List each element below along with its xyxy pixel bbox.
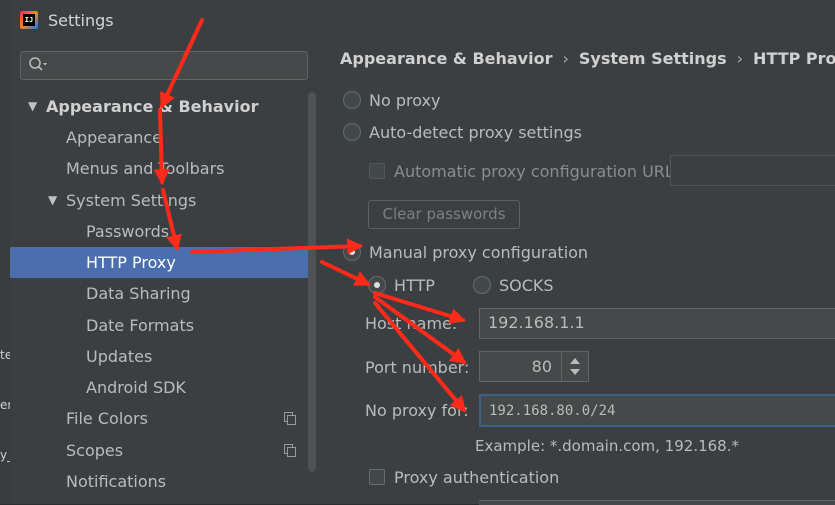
example-text: Example: *.domain.com, 192.168.* — [475, 437, 739, 455]
sidebar-scrollbar[interactable] — [308, 92, 316, 472]
spinner-up-icon[interactable] — [570, 358, 580, 364]
search-input[interactable] — [20, 51, 308, 80]
window-title: Settings — [48, 11, 114, 30]
port-value: 80 — [531, 357, 552, 376]
tree-item-appearance-behavior[interactable]: ▼ Appearance & Behavior — [10, 91, 308, 122]
breadcrumb-item[interactable]: Appearance & Behavior — [340, 49, 552, 68]
tree-item-system-settings[interactable]: ▼ System Settings — [10, 185, 308, 216]
tree-item-android-sdk[interactable]: Android SDK — [10, 372, 308, 403]
tree-item-appearance[interactable]: Appearance — [10, 122, 308, 153]
tree-item-updates[interactable]: Updates — [10, 341, 308, 372]
tree-item-menus-toolbars[interactable]: Menus and Toolbars — [10, 153, 308, 184]
port-spinner[interactable] — [561, 352, 588, 381]
host-name-input[interactable]: 192.168.1.1 — [479, 308, 835, 339]
port-number-stepper[interactable]: 80 — [479, 351, 589, 382]
auto-config-url-label: Automatic proxy configuration URL: — [394, 162, 680, 181]
tree-item-http-proxy[interactable]: HTTP Proxy — [10, 247, 308, 278]
clear-passwords-button[interactable]: Clear passwords — [368, 200, 520, 229]
auto-config-url-input[interactable] — [670, 155, 835, 186]
tree-item-file-colors[interactable]: File Colors — [10, 403, 308, 434]
background-ide-strip: te er y_ — [0, 0, 13, 504]
title-bar: IJ Settings — [10, 0, 835, 40]
login-input[interactable] — [479, 500, 835, 505]
breadcrumb: Appearance & Behavior › System Settings › HT… — [340, 49, 835, 68]
breadcrumb-item: HTTP Proxy — [753, 49, 835, 68]
tree-item-date-formats[interactable]: Date Formats — [10, 310, 308, 341]
socks-label: SOCKS — [499, 276, 554, 295]
socks-radio[interactable] — [473, 276, 491, 294]
port-number-label: Port number: — [365, 358, 470, 377]
breadcrumb-item[interactable]: System Settings — [579, 49, 727, 68]
host-name-label: Host name: — [365, 314, 458, 333]
tree-item-notifications[interactable]: Notifications — [10, 466, 308, 497]
no-proxy-for-value: 192.168.80.0/24 — [489, 403, 616, 419]
no-proxy-label: No proxy — [369, 91, 441, 110]
tree-item-data-sharing[interactable]: Data Sharing — [10, 278, 308, 309]
tree-item-passwords[interactable]: Passwords — [10, 216, 308, 247]
auto-detect-radio[interactable] — [343, 123, 361, 141]
spinner-down-icon[interactable] — [570, 369, 580, 375]
proxy-authentication-checkbox[interactable] — [369, 469, 385, 485]
breadcrumb-separator: › — [562, 49, 569, 68]
proxy-authentication-label: Proxy authentication — [394, 468, 560, 487]
no-proxy-for-input[interactable]: 192.168.80.0/24 — [479, 394, 835, 427]
http-radio[interactable] — [368, 276, 386, 294]
expand-triangle-icon: ▼ — [48, 193, 58, 207]
auto-detect-label: Auto-detect proxy settings — [369, 123, 582, 142]
settings-sidebar: ▼ Appearance & Behavior Appearance Menus… — [10, 40, 318, 504]
manual-proxy-radio[interactable] — [343, 243, 361, 261]
project-level-icon — [284, 444, 296, 457]
no-proxy-radio[interactable] — [343, 91, 361, 109]
breadcrumb-separator: › — [736, 49, 744, 68]
no-proxy-for-label: No proxy for: — [365, 401, 469, 420]
expand-triangle-icon: ▼ — [28, 99, 38, 113]
auto-config-url-checkbox[interactable] — [369, 163, 385, 179]
search-icon — [29, 57, 47, 71]
manual-proxy-label: Manual proxy configuration — [369, 243, 589, 262]
project-level-icon — [284, 412, 296, 425]
http-label: HTTP — [394, 276, 435, 295]
intellij-logo-icon: IJ — [20, 11, 38, 29]
http-proxy-panel: Appearance & Behavior › System Settings › HT… — [318, 40, 835, 505]
tree-item-scopes[interactable]: Scopes — [10, 435, 308, 466]
